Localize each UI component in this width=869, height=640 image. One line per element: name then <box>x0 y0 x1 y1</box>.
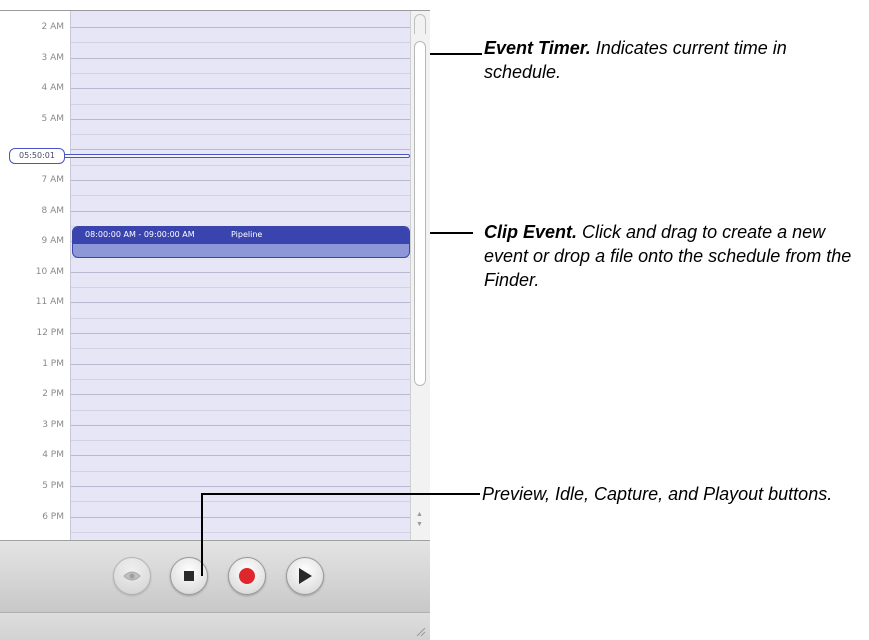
hour-label: 3 AM <box>41 52 64 63</box>
hour-gridline <box>71 455 410 457</box>
hour-gridline <box>71 394 410 396</box>
hour-gridline <box>71 149 410 151</box>
half-hour-gridline <box>71 42 410 44</box>
hour-label: 7 AM <box>41 175 64 185</box>
half-hour-gridline <box>71 103 410 105</box>
scroll-down-arrow-icon[interactable]: ▼ <box>416 521 423 529</box>
hour-gridline <box>71 424 410 426</box>
record-dot-icon <box>239 568 255 584</box>
hour-gridline <box>71 271 410 273</box>
half-hour-gridline <box>71 378 410 380</box>
hour-gridline <box>71 27 410 28</box>
event-timer-badge: 05:50:01 <box>9 148 65 164</box>
clip-event-callout-line <box>430 232 473 234</box>
hour-gridline <box>71 363 410 365</box>
half-hour-gridline <box>71 134 410 136</box>
clip-event-callout: Clip Event. Click and drag to create a n… <box>484 220 869 292</box>
schedule-grid[interactable] <box>70 11 410 540</box>
clip-event-name: Pipeline <box>231 230 263 239</box>
hour-label: 4 PM <box>42 450 64 461</box>
clip-event-time-range: 08:00:00 AM - 09:00:00 AM <box>85 230 195 239</box>
hour-gridline <box>71 516 410 518</box>
time-gutter: 2 AM 3 AM 4 AM 5 AM 7 AM 8 AM 9 AM 10 AM 11 AM 12… <box>0 11 70 540</box>
hour-gridline <box>71 333 410 334</box>
hour-gridline <box>71 57 410 59</box>
resize-grip-icon[interactable] <box>414 625 426 637</box>
buttons-callout: Preview, Idle, Capture, and Playout butt… <box>482 482 867 506</box>
hour-label: 1 PM <box>42 358 64 369</box>
hour-label: 2 AM <box>41 22 64 32</box>
hour-label: 8 AM <box>41 205 64 216</box>
hour-label: 12 PM <box>36 328 64 338</box>
hour-gridline <box>71 180 410 181</box>
stop-square-icon <box>184 571 194 581</box>
hour-label: 10 AM <box>35 266 64 277</box>
eye-icon <box>123 571 141 581</box>
event-timer-line <box>60 154 410 158</box>
half-hour-gridline <box>71 72 410 74</box>
half-hour-gridline <box>71 287 410 289</box>
transport-controls-bar <box>0 540 430 612</box>
half-hour-gridline <box>71 501 410 503</box>
window-status-bar <box>0 612 430 640</box>
half-hour-gridline <box>71 440 410 442</box>
vertical-scrollbar[interactable]: ▲ ▼ <box>410 11 430 540</box>
hour-label: 5 AM <box>41 113 64 124</box>
playout-button[interactable] <box>286 557 324 595</box>
play-triangle-icon <box>299 568 312 584</box>
hour-gridline <box>71 210 410 212</box>
buttons-callout-line <box>202 493 480 495</box>
event-timer-callout: Event Timer. Indicates current time in s… <box>484 36 864 84</box>
hour-label: 2 PM <box>42 389 64 400</box>
clip-event[interactable]: 08:00:00 AM - 09:00:00 AM Pipeline <box>72 226 410 258</box>
hour-label: 6 PM <box>42 511 64 522</box>
hour-gridline <box>71 302 410 304</box>
half-hour-gridline <box>71 195 410 197</box>
half-hour-gridline <box>71 348 410 350</box>
capture-button[interactable] <box>228 557 266 595</box>
scrollbar-thumb[interactable] <box>414 41 426 386</box>
clip-event-callout-title: Clip Event. <box>484 222 578 242</box>
half-hour-gridline <box>71 317 410 319</box>
half-hour-gridline <box>71 531 410 533</box>
hour-label: 5 PM <box>42 481 64 491</box>
schedule-window: 2 AM 3 AM 4 AM 5 AM 7 AM 8 AM 9 AM 10 AM 11 AM 12… <box>0 0 430 640</box>
hour-label: 11 AM <box>35 297 64 308</box>
half-hour-gridline <box>71 409 410 411</box>
preview-button[interactable] <box>113 557 151 595</box>
scroll-up-arrow-icon[interactable]: ▲ <box>416 511 423 519</box>
event-timer-callout-title: Event Timer. <box>484 38 591 58</box>
scrollbar-top-cap <box>414 14 426 34</box>
hour-gridline <box>71 118 410 120</box>
hour-gridline <box>71 88 410 90</box>
hour-label: 3 PM <box>42 419 64 430</box>
hour-gridline <box>71 486 410 487</box>
event-timer-callout-line <box>430 53 482 55</box>
buttons-callout-leader <box>201 493 203 576</box>
half-hour-gridline <box>71 164 410 166</box>
hour-label: 9 AM <box>41 236 64 247</box>
buttons-callout-text: Preview, Idle, Capture, and Playout butt… <box>482 484 833 504</box>
half-hour-gridline <box>71 470 410 472</box>
hour-label: 4 AM <box>41 83 64 94</box>
